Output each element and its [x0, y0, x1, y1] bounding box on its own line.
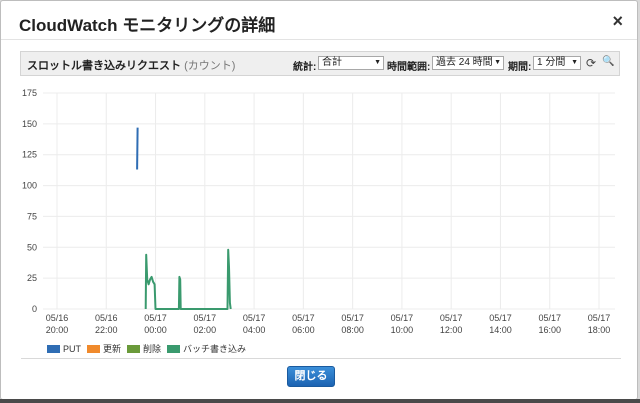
x-tick-date: 05/17 — [588, 313, 611, 323]
series-line — [144, 248, 232, 310]
metric-name: スロットル書き込みリクエスト — [27, 60, 181, 72]
statistic-value: 合計 — [322, 57, 342, 68]
legend-label: バッチ書き込み — [183, 344, 247, 354]
footer-divider — [21, 358, 621, 359]
x-tick-time: 16:00 — [538, 325, 561, 335]
y-tick-label: 25 — [27, 273, 37, 283]
y-tick-label: 100 — [22, 181, 37, 191]
x-tick-date: 05/17 — [538, 313, 561, 323]
statistic-label: 統計: — [293, 62, 317, 73]
close-button[interactable]: 閉じる — [287, 366, 335, 387]
legend-swatch — [47, 345, 60, 353]
legend-label: PUT — [63, 344, 81, 354]
legend-item: 削除 — [127, 342, 161, 355]
window-bottom-edge — [0, 399, 640, 403]
chart-toolbar: スロットル書き込みリクエスト (カウント) 統計: 合計 ▼ 時間範囲: 過去 … — [20, 51, 620, 76]
y-tick-label: 75 — [27, 211, 37, 221]
x-tick-date: 05/17 — [194, 313, 217, 323]
x-tick-time: 04:00 — [243, 325, 266, 335]
y-tick-label: 150 — [22, 119, 37, 129]
legend-label: 更新 — [103, 344, 122, 354]
statistic-select[interactable]: 合計 ▼ — [318, 56, 384, 70]
legend-item: 更新 — [87, 342, 121, 355]
close-icon[interactable]: × — [612, 10, 623, 32]
x-tick-date: 05/16 — [95, 313, 118, 323]
monitoring-dialog: CloudWatch モニタリングの詳細 × スロットル書き込みリクエスト (カ… — [0, 0, 638, 400]
x-tick-date: 05/17 — [144, 313, 167, 323]
legend-item: PUT — [47, 344, 81, 354]
y-tick-label: 175 — [22, 88, 37, 98]
x-tick-date: 05/17 — [341, 313, 364, 323]
x-tick-date: 05/16 — [46, 313, 69, 323]
x-tick-time: 20:00 — [46, 325, 69, 335]
chevron-down-icon: ▼ — [374, 59, 381, 66]
x-tick-time: 18:00 — [588, 325, 611, 335]
time-range-label: 時間範囲: — [387, 62, 431, 73]
legend-swatch — [167, 345, 181, 353]
x-tick-date: 05/17 — [292, 313, 315, 323]
series-line — [136, 127, 139, 170]
time-range-select[interactable]: 過去 24 時間 ▼ — [432, 56, 504, 70]
period-label: 期間: — [508, 62, 532, 73]
metric-unit: (カウント) — [184, 60, 236, 72]
chart-legend: PUT 更新 削除 バッチ書き込み — [47, 342, 252, 355]
refresh-icon[interactable]: ⟳ — [586, 56, 596, 70]
legend-swatch — [87, 345, 100, 353]
legend-item: バッチ書き込み — [167, 342, 246, 355]
legend-label: 削除 — [143, 344, 162, 354]
throttled-writes-chart: 0 25 50 75 100 125 150 175 05/16 20:00 05/16 22:00 0… — [22, 88, 615, 335]
chevron-down-icon: ▼ — [494, 59, 501, 66]
x-tick-time: 14:00 — [489, 325, 512, 335]
time-range-value: 過去 24 時間 — [436, 57, 493, 68]
x-tick-time: 08:00 — [341, 325, 364, 335]
x-tick-time: 02:00 — [194, 325, 217, 335]
x-tick-time: 06:00 — [292, 325, 315, 335]
x-tick-date: 05/17 — [391, 313, 414, 323]
y-tick-label: 0 — [32, 304, 37, 314]
x-tick-date: 05/17 — [489, 313, 512, 323]
x-tick-time: 10:00 — [391, 325, 414, 335]
period-value: 1 分間 — [537, 57, 566, 68]
x-tick-time: 12:00 — [440, 325, 463, 335]
period-select[interactable]: 1 分間 ▼ — [533, 56, 581, 70]
x-tick-date: 05/17 — [243, 313, 266, 323]
zoom-icon[interactable]: 🔍 — [602, 56, 614, 67]
legend-swatch — [127, 345, 141, 353]
y-tick-label: 125 — [22, 150, 37, 160]
title-divider — [1, 39, 637, 40]
chevron-down-icon: ▼ — [571, 59, 578, 66]
x-tick-time: 22:00 — [95, 325, 118, 335]
x-tick-time: 00:00 — [144, 325, 167, 335]
x-tick-date: 05/17 — [440, 313, 463, 323]
metric-title: スロットル書き込みリクエスト (カウント) — [27, 57, 235, 73]
y-tick-label: 50 — [27, 242, 37, 252]
dialog-title: CloudWatch モニタリングの詳細 — [19, 16, 276, 35]
